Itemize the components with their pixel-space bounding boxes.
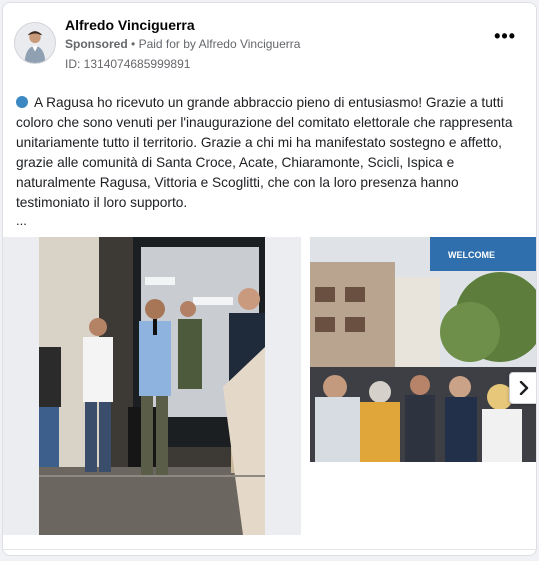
crowd-photo: WELCOME [310, 237, 536, 462]
carousel-image-2[interactable]: WELCOME [310, 237, 536, 462]
sign-text: WELCOME [448, 250, 495, 260]
more-options-icon[interactable]: ••• [494, 27, 516, 45]
paid-for-name: Alfredo Vinciguerra [198, 37, 301, 51]
ad-card: Alfredo Vinciguerra Sponsored • Paid for… [2, 2, 537, 556]
separator-dot: • [131, 37, 136, 51]
media-carousel: WELCOME [3, 237, 536, 537]
sponsored-label: Sponsored [65, 37, 128, 51]
sponsored-line: Sponsored • Paid for by Alfredo Vincigue… [65, 37, 300, 51]
carousel-next-button[interactable] [509, 372, 536, 404]
ad-id: ID: 1314074685999891 [65, 57, 191, 71]
author-name[interactable]: Alfredo Vinciguerra [65, 17, 195, 33]
avatar[interactable] [14, 22, 56, 64]
post-header: Alfredo Vinciguerra Sponsored • Paid for… [3, 3, 536, 83]
post-body: A Ragusa ho ricevuto un grande abbraccio… [16, 93, 528, 213]
paid-for-prefix: Paid for by [138, 37, 196, 51]
card-divider [3, 549, 536, 550]
speech-photo [39, 237, 265, 535]
blue-circle-icon [16, 96, 28, 108]
chevron-right-icon [519, 381, 529, 395]
carousel-image-1[interactable] [3, 237, 301, 535]
see-more-ellipsis[interactable]: ... [16, 213, 27, 228]
avatar-photo [15, 23, 55, 63]
post-body-text: A Ragusa ho ricevuto un grande abbraccio… [16, 95, 513, 210]
